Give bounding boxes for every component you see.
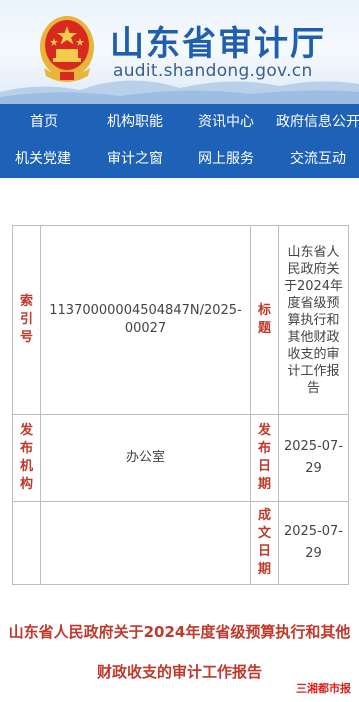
publish-date-label: 发布日期 <box>250 414 279 502</box>
national-emblem-icon[interactable] <box>38 14 96 84</box>
nav-item-news[interactable]: 资讯中心 <box>198 104 254 141</box>
nav-item-online-service[interactable]: 网上服务 <box>198 141 254 178</box>
document-info-table: 索引号 11370000004504847N/2025-00027 标题 山东省… <box>12 225 349 585</box>
nav-item-gov-info[interactable]: 政府信息公开 <box>276 104 359 141</box>
nav-item-party[interactable]: 机关党建 <box>15 141 71 178</box>
table-row: 发布机构 办公室 发布日期 2025-07-29 <box>12 414 349 502</box>
nav-item-interaction[interactable]: 交流互动 <box>290 141 346 178</box>
title-value: 山东省人民政府关于2024年度省级预算执行和其他财政收支的审计工作报告 <box>278 225 349 415</box>
nav-item-organization[interactable]: 机构职能 <box>107 104 163 141</box>
publisher-label: 发布机构 <box>12 414 41 502</box>
nav-row-2: 机关党建 审计之窗 网上服务 交流互动 <box>0 141 359 178</box>
site-header: 山东省审计厅 audit.shandong.gov.cn <box>0 0 359 104</box>
title-label: 标题 <box>250 225 279 415</box>
nav-row-1: 首页 机构职能 资讯中心 政府信息公开 <box>0 104 359 141</box>
publisher-value: 办公室 <box>40 414 251 502</box>
create-date-value: 2025-07-29 <box>278 501 349 585</box>
site-title[interactable]: 山东省审计厅 <box>110 16 326 65</box>
nav-item-audit-window[interactable]: 审计之窗 <box>107 141 163 178</box>
create-date-label: 成文日期 <box>250 501 279 585</box>
watermark-logo: 三湘都市报 <box>296 682 351 695</box>
table-row: 索引号 11370000004504847N/2025-00027 标题 山东省… <box>12 225 349 415</box>
site-domain: audit.shandong.gov.cn <box>113 61 313 81</box>
index-label: 索引号 <box>12 225 41 415</box>
main-nav: 首页 机构职能 资讯中心 政府信息公开 机关党建 审计之窗 网上服务 交流互动 <box>0 104 359 178</box>
index-value: 11370000004504847N/2025-00027 <box>40 225 251 415</box>
empty-label-cell <box>12 501 41 585</box>
empty-value-cell <box>40 501 251 585</box>
nav-item-home[interactable]: 首页 <box>30 104 58 141</box>
publish-date-value: 2025-07-29 <box>278 414 349 502</box>
table-row: 成文日期 2025-07-29 <box>12 501 349 585</box>
